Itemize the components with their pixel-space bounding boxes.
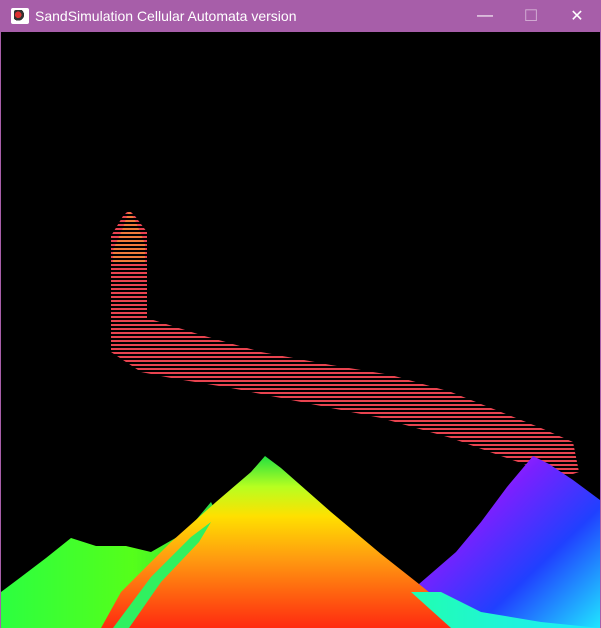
simulation-canvas[interactable]	[1, 32, 600, 628]
minimize-button[interactable]: —	[462, 0, 508, 32]
minimize-icon: —	[477, 7, 493, 24]
app-window: SandSimulation Cellular Automata version…	[0, 0, 601, 628]
window-title: SandSimulation Cellular Automata version	[35, 8, 297, 24]
sand-stream	[111, 210, 579, 478]
close-icon: ✕	[570, 8, 584, 25]
center-sand-pile	[101, 456, 471, 628]
sand-scene	[1, 210, 600, 628]
close-button[interactable]: ✕	[554, 0, 600, 32]
maximize-button[interactable]: ☐	[508, 0, 554, 32]
maximize-icon: ☐	[523, 8, 539, 25]
title-bar[interactable]: SandSimulation Cellular Automata version…	[1, 0, 600, 32]
app-icon[interactable]	[11, 8, 29, 24]
